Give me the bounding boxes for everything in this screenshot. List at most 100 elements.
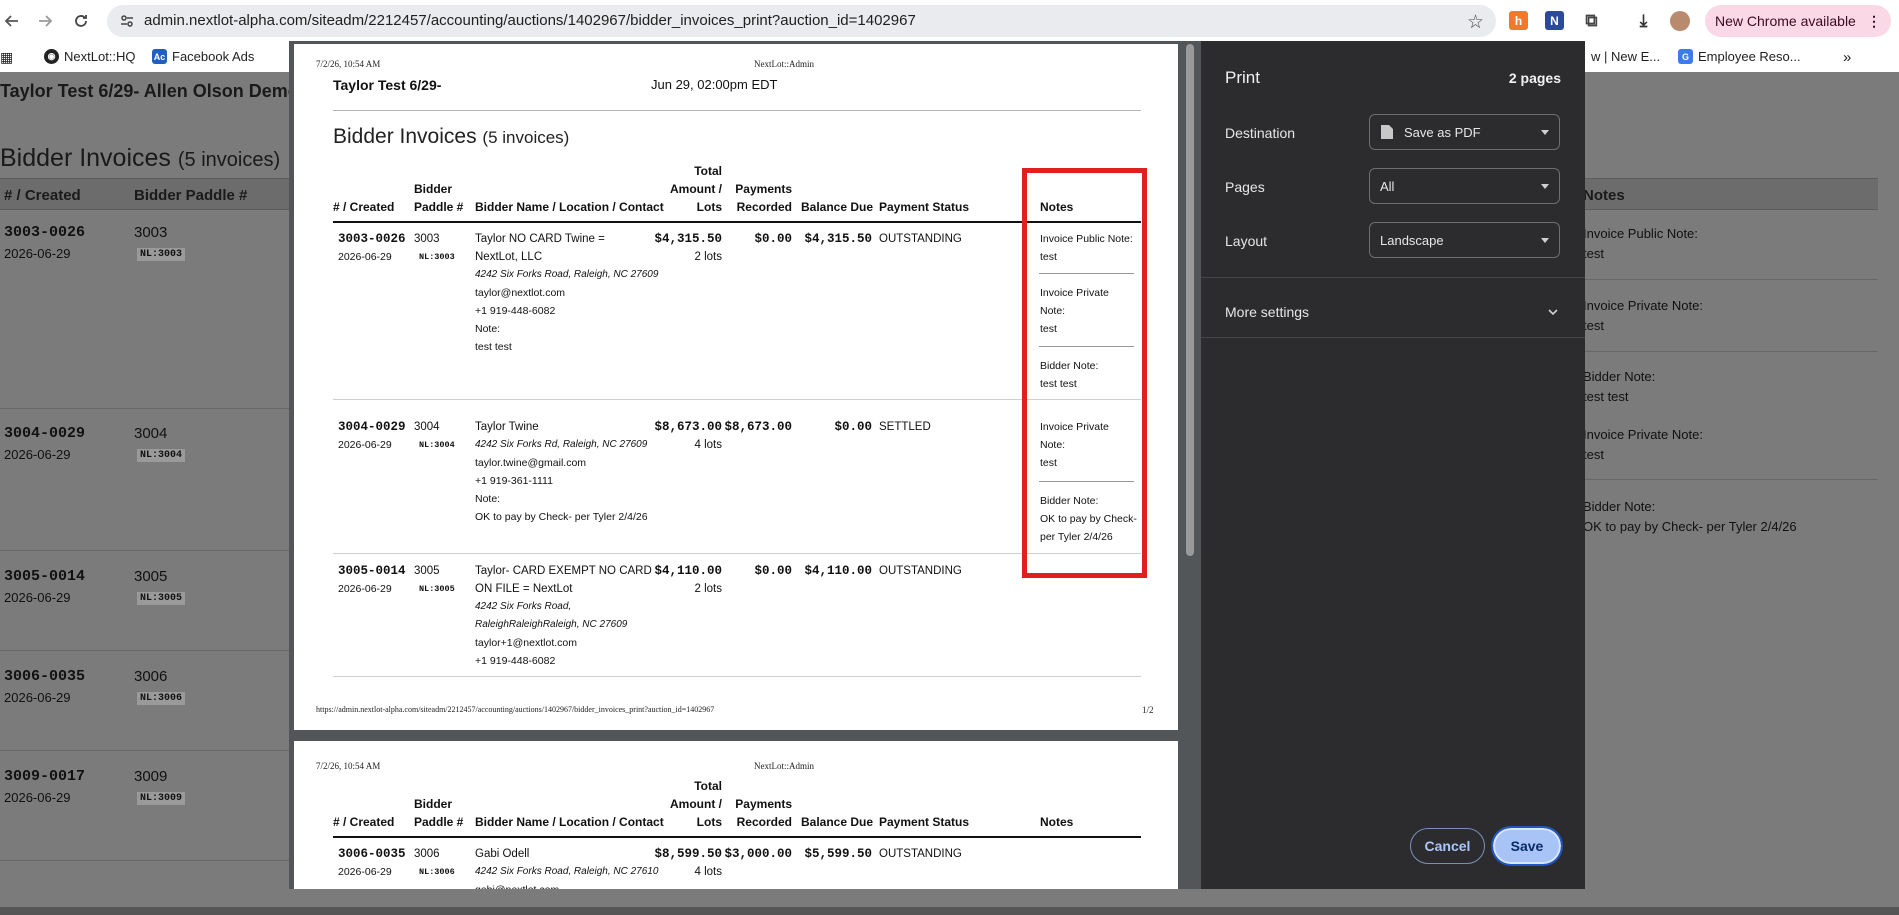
- document-icon: [1381, 125, 1393, 139]
- bookmark-star-icon[interactable]: ☆: [1467, 11, 1484, 34]
- bookmark-nextlot-hq[interactable]: ◉ NextLot::HQ: [44, 49, 136, 64]
- bookmark-facebook-ads[interactable]: Ac Facebook Ads: [152, 49, 254, 64]
- profile-avatar[interactable]: [1670, 11, 1690, 31]
- preview-page-1: 7/2/26, 10:54 AM NextLot::Admin Taylor T…: [294, 44, 1178, 730]
- destination-value: Save as PDF: [1404, 124, 1481, 140]
- page-title: Bidder Invoices (5 invoices): [0, 144, 280, 173]
- invoice-number: 3006-0035: [338, 847, 406, 861]
- invoice-number[interactable]: 3006-0035: [4, 668, 85, 685]
- col-balance: Balance Due: [801, 200, 874, 214]
- paddle-number: 3004: [414, 421, 440, 433]
- col-total-2: Amount /: [670, 182, 722, 196]
- bidder-company: ON FILE = NextLot: [475, 583, 573, 595]
- invoice-date: 2026-06-29: [4, 790, 71, 805]
- back-arrow-icon: [4, 15, 18, 27]
- bidder-note-label: Note:: [475, 493, 501, 505]
- invoice-number: 3004-0029: [338, 420, 406, 434]
- invoices-count: (5 invoices): [482, 128, 570, 147]
- bottom-strip: [0, 907, 1899, 915]
- bookmark-label: NextLot::HQ: [64, 49, 136, 64]
- col-created: # / Created: [333, 200, 395, 214]
- payments-recorded: $0.00: [754, 232, 792, 246]
- paddle-number: 3003: [134, 224, 168, 241]
- bidder-email: taylor@nextlot.com: [475, 287, 566, 299]
- site-settings-icon[interactable]: [119, 13, 135, 29]
- note-value: test: [1583, 447, 1604, 462]
- invoice-lots: 2 lots: [694, 251, 723, 263]
- row-divider: [0, 408, 290, 409]
- paddle-number: 3005: [414, 565, 440, 577]
- bidder-address: 4242 Six Forks Road, Raleigh, NC 27610: [475, 866, 659, 877]
- divider: [1201, 277, 1585, 278]
- col-name: Bidder Name / Location / Contact: [475, 815, 664, 829]
- more-bookmarks-icon[interactable]: »: [1843, 49, 1851, 66]
- nl-badge: NL:3005: [419, 584, 455, 594]
- page-count: 2 pages: [1508, 70, 1561, 86]
- bookmark-new-e[interactable]: w | New E...: [1591, 49, 1660, 64]
- invoice-total: $4,315.50: [654, 232, 722, 246]
- new-chrome-available-button[interactable]: New Chrome available ⋮: [1705, 5, 1891, 37]
- invoice-number[interactable]: 3009-0017: [4, 768, 85, 785]
- address-bar[interactable]: admin.nextlot-alpha.com/siteadm/2212457/…: [107, 5, 1496, 37]
- cancel-button[interactable]: Cancel: [1410, 828, 1485, 864]
- col-notes: Notes: [1040, 815, 1074, 829]
- col-status: Payment Status: [879, 200, 970, 214]
- downloads-icon[interactable]: ⤓: [1634, 11, 1653, 30]
- invoice-date: 2026-06-29: [4, 690, 71, 705]
- balance-due: $0.00: [834, 420, 872, 434]
- forward-button[interactable]: [33, 9, 57, 33]
- bidder-phone: +1 919-361-1111: [475, 475, 553, 487]
- save-button[interactable]: Save: [1491, 826, 1563, 866]
- col-payments-1: Payments: [735, 797, 792, 811]
- chevron-down-icon: [1548, 309, 1558, 316]
- bidder-note-label: Note:: [475, 323, 501, 335]
- invoice-number[interactable]: 3004-0029: [4, 425, 85, 442]
- chrome-menu-icon[interactable]: ⋮: [1867, 13, 1881, 30]
- divider: [333, 110, 1141, 111]
- col-paddle-1: Bidder: [414, 797, 453, 811]
- preview-scrollbar[interactable]: [1186, 44, 1194, 556]
- invoice-number[interactable]: 3005-0014: [4, 568, 85, 585]
- print-preview-area[interactable]: 7/2/26, 10:54 AM NextLot::Admin Taylor T…: [289, 41, 1201, 889]
- row-divider: [0, 860, 290, 861]
- destination-label: Destination: [1225, 125, 1296, 141]
- paddle-number: 3009: [134, 768, 168, 785]
- invoice-number[interactable]: 3003-0026: [4, 224, 85, 241]
- bidder-phone: +1 919-448-6082: [475, 655, 556, 667]
- preview-page-2: 7/2/26, 10:54 AM NextLot::Admin # / Crea…: [294, 741, 1178, 889]
- print-site-name: NextLot::Admin: [754, 761, 814, 771]
- back-button[interactable]: [0, 9, 24, 33]
- layout-select[interactable]: Landscape: [1369, 222, 1560, 258]
- nl-badge: NL:3004: [419, 440, 455, 450]
- url-text[interactable]: admin.nextlot-alpha.com/siteadm/2212457/…: [144, 12, 916, 29]
- invoice-lots: 4 lots: [694, 866, 723, 878]
- bidder-address: RaleighRaleighRaleigh, NC 27609: [475, 619, 628, 630]
- hubspot-extension-icon[interactable]: h: [1509, 11, 1528, 30]
- col-total-3: Lots: [696, 200, 722, 214]
- new-chrome-label: New Chrome available: [1715, 13, 1856, 29]
- bidder-note: test test: [475, 341, 512, 353]
- pages-select[interactable]: All: [1369, 168, 1560, 204]
- n-extension-icon[interactable]: N: [1545, 11, 1564, 30]
- header-paddle: Bidder Paddle #: [134, 187, 248, 204]
- bookmark-employee-resources[interactable]: G Employee Reso...: [1678, 49, 1801, 64]
- invoice-number: 3003-0026: [338, 232, 406, 246]
- print-settings-panel: Print 2 pages Destination Save as PDF Pa…: [1201, 41, 1585, 889]
- note-label: Invoice Public Note:: [1583, 226, 1698, 241]
- bidder-name: Gabi Odell: [475, 848, 530, 860]
- nl-badge: NL:3006: [419, 867, 455, 877]
- note-value: test: [1583, 246, 1604, 261]
- apps-grid-icon[interactable]: ▦: [0, 49, 13, 66]
- chevron-down-icon: [1541, 238, 1549, 243]
- reload-button[interactable]: [69, 9, 93, 33]
- bidder-email: taylor.twine@gmail.com: [475, 457, 587, 469]
- more-settings-toggle[interactable]: More settings: [1225, 304, 1561, 320]
- balance-due: $5,599.50: [804, 847, 872, 861]
- invoice-date: 2026-06-29: [338, 866, 392, 878]
- destination-select[interactable]: Save as PDF: [1369, 114, 1560, 150]
- note-value: test test: [1583, 389, 1629, 404]
- extensions-puzzle-icon[interactable]: ⧉: [1582, 11, 1601, 30]
- row-divider: [333, 553, 1141, 554]
- invoice-total: $8,599.50: [654, 847, 722, 861]
- invoice-date: 2026-06-29: [4, 590, 71, 605]
